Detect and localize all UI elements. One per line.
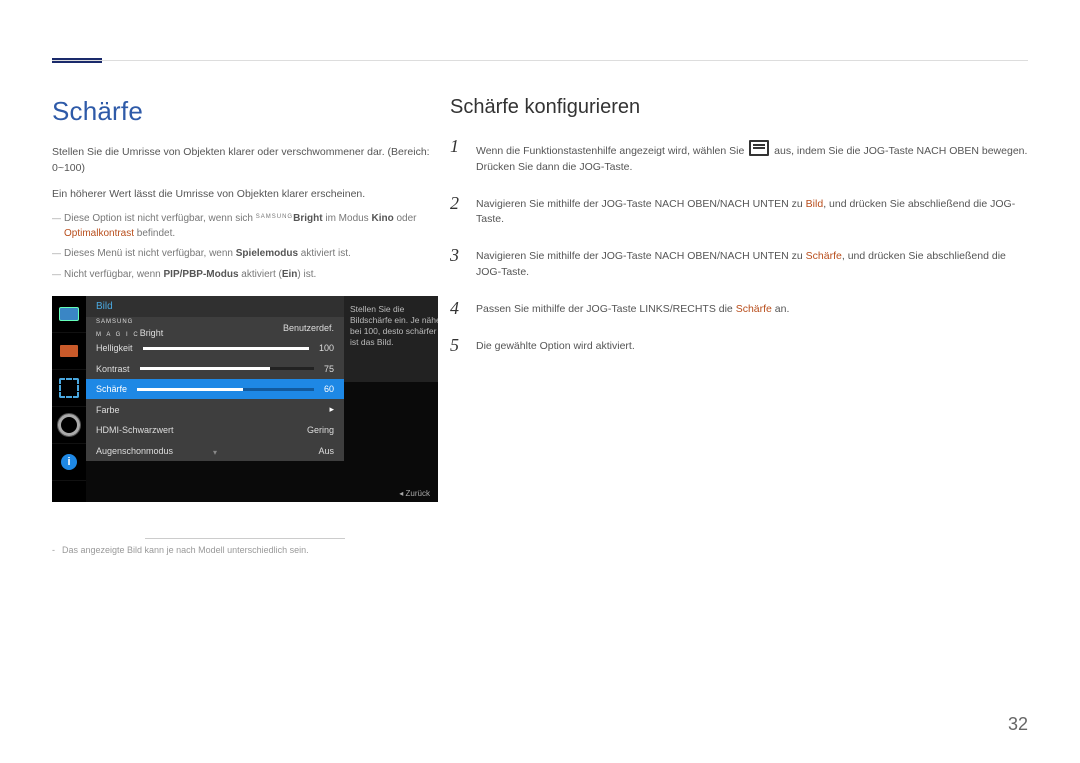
osd-row-contrast: Kontrast 75	[86, 358, 344, 379]
osd-contrast-label: Kontrast	[96, 364, 130, 374]
osd-brightness-val: 100	[319, 343, 334, 353]
step-2: 2 Navigieren Sie mithilfe der JOG-Taste …	[450, 194, 1032, 229]
gear-icon	[52, 407, 86, 444]
step-4: 4 Passen Sie mithilfe der JOG-Taste LINK…	[450, 299, 1032, 319]
step-2-pre: Navigieren Sie mithilfe der JOG-Taste NA…	[476, 198, 806, 210]
osd-row-hdmi-black: HDMI-Schwarzwert Gering	[86, 420, 344, 441]
sub-text: Ein höherer Wert lässt die Umrisse von O…	[52, 187, 438, 203]
note-3-pre: Nicht verfügbar, wenn	[64, 269, 164, 280]
step-2-bild: Bild	[806, 198, 824, 210]
magic-sup: SAMSUNG	[256, 214, 293, 220]
osd-magic-bright: Bright	[140, 328, 164, 338]
note-3-end: ) ist.	[297, 269, 316, 280]
pip-pbp-label: PIP/PBP-Modus	[164, 269, 239, 280]
step-4-number: 4	[450, 299, 476, 319]
step-5-number: 5	[450, 336, 476, 356]
osd-sharpness-label: Schärfe	[96, 384, 127, 394]
step-5-text: Die gewählte Option wird aktiviert.	[476, 336, 635, 355]
osd-eyesaver-label: Augenschonmodus	[96, 446, 173, 456]
step-1-post: aus, indem Sie die JOG-Taste NACH OBEN b…	[774, 145, 1027, 157]
step-1-number: 1	[450, 137, 476, 157]
step-2-text: Navigieren Sie mithilfe der JOG-Taste NA…	[476, 194, 1032, 229]
note-3-mid: aktiviert (	[239, 269, 282, 280]
osd-row-sharpness: Schärfe 60	[86, 379, 344, 400]
osd-eyesaver-val: Aus	[318, 446, 334, 456]
osd-main-panel: Bild SAMSUNG M A G I CBright Benutzerdef…	[86, 296, 344, 461]
step-4-pre: Passen Sie mithilfe der JOG-Taste LINKS/…	[476, 303, 736, 315]
monitor-icon	[52, 296, 86, 333]
optimalkontrast-label: Optimalkontrast	[64, 228, 134, 239]
footnote: Das angezeigte Bild kann je nach Modell …	[52, 545, 438, 555]
ein-label: Ein	[282, 269, 298, 280]
magic-bright-label: Bright	[293, 213, 322, 224]
note-1-oder: oder	[394, 213, 417, 224]
osd-row-color: Farbe ▸	[86, 399, 344, 420]
footnote-rule	[145, 538, 345, 539]
osd-magic-val: Benutzerdef.	[283, 323, 334, 333]
osd-hdmi-val: Gering	[307, 425, 334, 435]
note-1-mid: im Modus	[323, 213, 372, 224]
osd-pager-down-icon: ▾	[213, 448, 217, 457]
osd-row-magicbright: SAMSUNG M A G I CBright Benutzerdef.	[86, 317, 344, 338]
info-icon: i	[52, 444, 86, 481]
osd-color-label: Farbe	[96, 405, 120, 415]
step-4-post: an.	[772, 303, 790, 315]
step-1-text: Wenn die Funktionstastenhilfe angezeigt …	[476, 137, 1027, 176]
right-column: Schärfe konfigurieren 1 Wenn die Funktio…	[450, 96, 1032, 374]
pip-icon	[52, 370, 86, 407]
note-1: Diese Option ist nicht verfügbar, wenn s…	[52, 212, 438, 241]
osd-screenshot: i Bild SAMSUNG M A G I CBright Benutzerd…	[52, 296, 438, 502]
note-2-pre: Dieses Menü ist nicht verfügbar, wenn	[64, 248, 236, 259]
section-title: Schärfe	[52, 96, 438, 127]
step-3-schaerfe: Schärfe	[806, 250, 842, 262]
step-4-text: Passen Sie mithilfe der JOG-Taste LINKS/…	[476, 299, 789, 318]
step-3-pre: Navigieren Sie mithilfe der JOG-Taste NA…	[476, 250, 806, 262]
header-rule	[52, 60, 1028, 61]
step-1: 1 Wenn die Funktionstastenhilfe angezeig…	[450, 137, 1032, 176]
steps-list: 1 Wenn die Funktionstastenhilfe angezeig…	[450, 137, 1032, 356]
osd-hdmi-label: HDMI-Schwarzwert	[96, 425, 174, 435]
osd-magic-sub: M A G I C	[96, 332, 140, 338]
picture-icon	[52, 333, 86, 370]
step-3-text: Navigieren Sie mithilfe der JOG-Taste NA…	[476, 246, 1032, 281]
note-3: Nicht verfügbar, wenn PIP/PBP-Modus akti…	[52, 268, 438, 283]
osd-contrast-val: 75	[324, 364, 334, 374]
page-number: 32	[1008, 714, 1028, 735]
step-1-pre: Wenn die Funktionstastenhilfe angezeigt …	[476, 145, 747, 157]
osd-sharpness-val: 60	[324, 384, 334, 394]
osd-description: Stellen Sie die Bildschärfe ein. Je nähe…	[344, 296, 438, 382]
intro-text: Stellen Sie die Umrisse von Objekten kla…	[52, 145, 438, 177]
note-2-end: aktiviert ist.	[298, 248, 351, 259]
step-3: 3 Navigieren Sie mithilfe der JOG-Taste …	[450, 246, 1032, 281]
spielemodus-label: Spielemodus	[236, 248, 298, 259]
menu-icon	[749, 140, 769, 156]
osd-menu-title: Bild	[86, 296, 344, 317]
step-4-schaerfe: Schärfe	[736, 303, 772, 315]
step-3-number: 3	[450, 246, 476, 266]
osd-magic-sup: SAMSUNG	[96, 319, 133, 325]
left-column: Schärfe Stellen Sie die Umrisse von Obje…	[52, 96, 438, 564]
osd-back-label: Zurück	[399, 489, 430, 498]
step-1-line2: Drücken Sie dann die JOG-Taste.	[476, 161, 632, 173]
step-2-number: 2	[450, 194, 476, 214]
step-5: 5 Die gewählte Option wird aktiviert.	[450, 336, 1032, 356]
chevron-right-icon: ▸	[329, 404, 334, 415]
note-1-pre: Diese Option ist nicht verfügbar, wenn s…	[64, 213, 256, 224]
note-2: Dieses Menü ist nicht verfügbar, wenn Sp…	[52, 247, 438, 262]
subsection-title: Schärfe konfigurieren	[450, 96, 1032, 119]
osd-row-brightness: Helligkeit 100	[86, 338, 344, 359]
kino-label: Kino	[371, 213, 393, 224]
note-1-end: befindet.	[134, 228, 175, 239]
osd-brightness-label: Helligkeit	[96, 343, 133, 353]
osd-sidebar: i	[52, 296, 86, 502]
